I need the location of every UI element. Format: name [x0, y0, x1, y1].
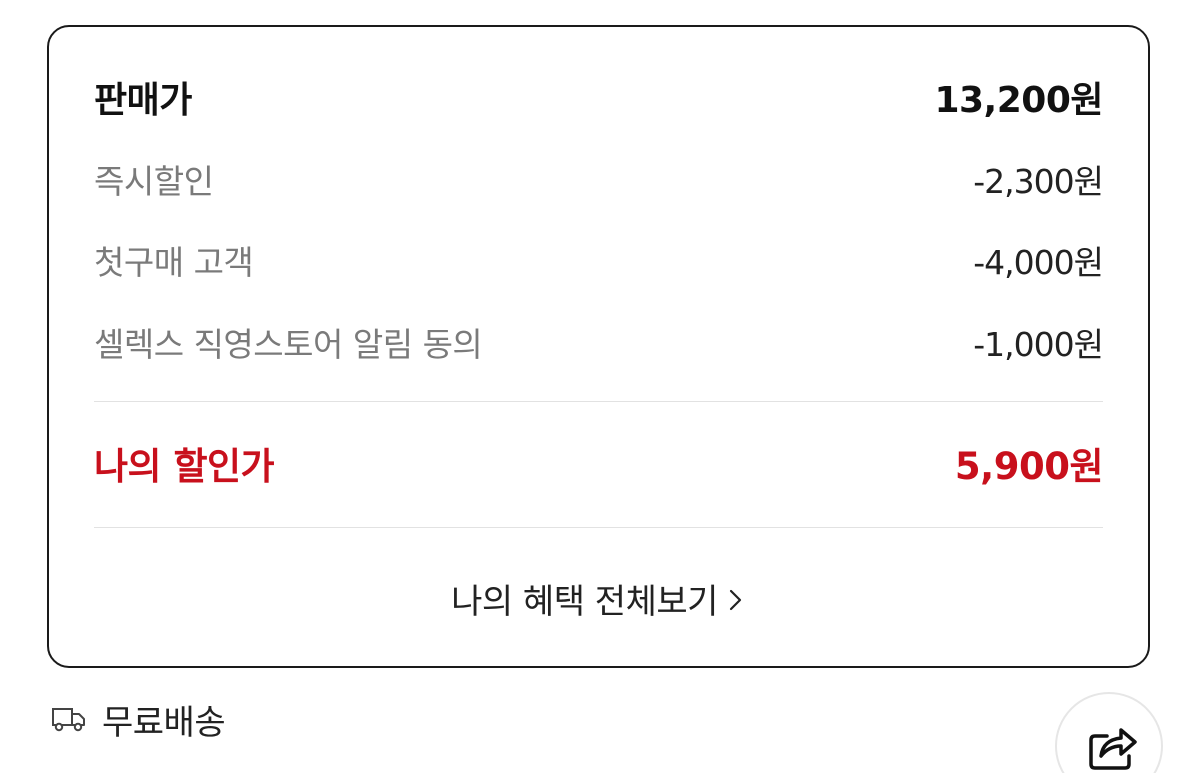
sale-price-label: 판매가 [94, 80, 192, 121]
shipping-label: 무료배송 [102, 702, 226, 743]
product-price-page: 판매가 13,200원 즉시할인 -2,300원 첫구매 고객 -4,000원 … [0, 0, 1200, 773]
discount-row-notification-consent: 셀렉스 직영스토어 알림 동의 -1,000원 [94, 317, 1104, 367]
final-price-label: 나의 할인가 [94, 445, 275, 488]
final-price-row: 나의 할인가 5,900원 [94, 438, 1104, 488]
share-button[interactable] [1055, 692, 1163, 773]
discount-label: 즉시할인 [94, 162, 214, 201]
share-icon [1085, 720, 1139, 773]
sale-price-row: 판매가 13,200원 [94, 72, 1103, 122]
divider [94, 401, 1103, 402]
discount-value: -1,000원 [973, 325, 1104, 364]
discount-label: 셀렉스 직영스토어 알림 동의 [94, 325, 483, 364]
divider [94, 527, 1103, 528]
discount-value: -4,000원 [973, 243, 1104, 282]
view-all-benefits-link[interactable]: 나의 혜택 전체보기 [49, 572, 1148, 624]
view-all-benefits-label: 나의 혜택 전체보기 [451, 581, 718, 622]
final-price-value: 5,900원 [954, 445, 1104, 488]
chevron-right-icon [726, 586, 746, 614]
discount-value: -2,300원 [973, 162, 1104, 201]
discount-row-first-purchase: 첫구매 고객 -4,000원 [94, 235, 1104, 285]
sale-price-value: 13,200원 [934, 80, 1103, 121]
price-summary-card: 판매가 13,200원 즉시할인 -2,300원 첫구매 고객 -4,000원 … [47, 25, 1150, 668]
shipping-info: 무료배송 [50, 695, 226, 743]
discount-label: 첫구매 고객 [94, 243, 254, 282]
discount-row-instant: 즉시할인 -2,300원 [94, 154, 1104, 204]
truck-icon [50, 704, 88, 734]
